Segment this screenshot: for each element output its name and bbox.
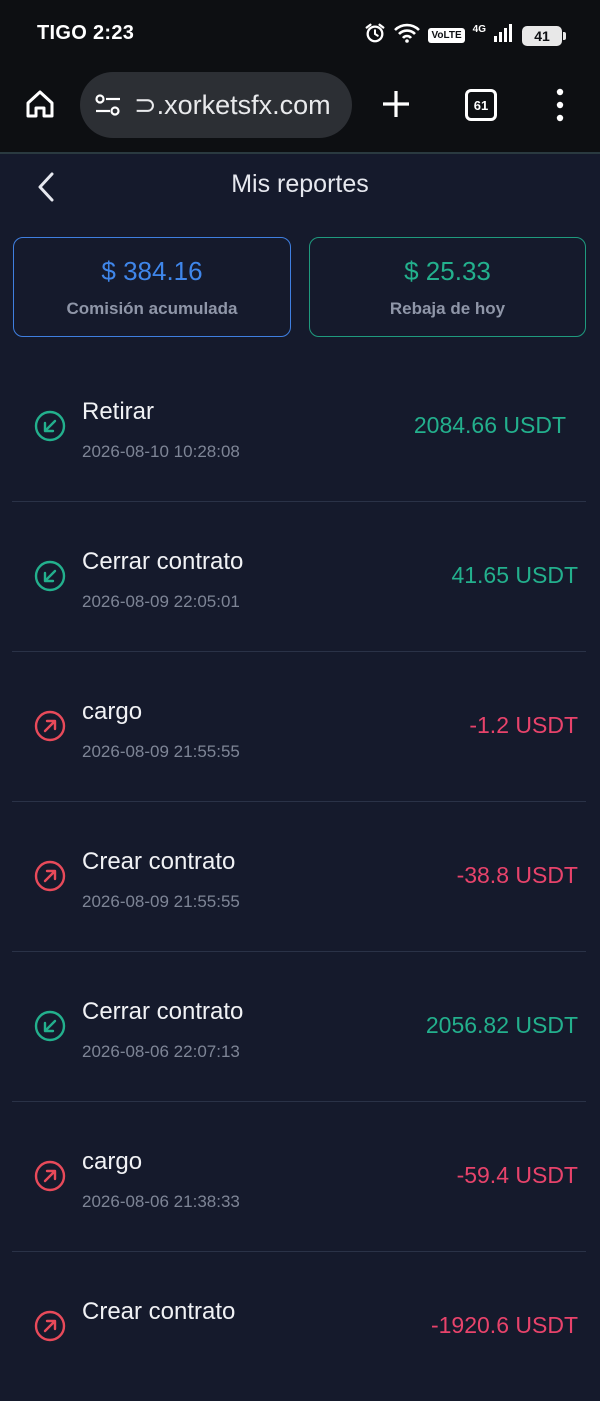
transaction-time: 2026-08-09 22:05:01 xyxy=(82,592,240,611)
transaction-title: cargo xyxy=(82,698,143,725)
rebate-label: Rebaja de hoy xyxy=(389,299,506,318)
status-icons: VoLTE 4G 41 xyxy=(364,22,566,49)
transaction-title: cargo xyxy=(82,1148,143,1175)
transaction-amount: 41.65 USDT xyxy=(451,562,578,588)
rebate-card: $ 25.33 Rebaja de hoy xyxy=(309,237,586,337)
arrow-in-icon xyxy=(34,410,66,442)
arrow-out-icon xyxy=(34,710,66,742)
site-settings-icon[interactable] xyxy=(94,92,122,118)
address-bar[interactable]: ⊃.xorketsfx.com xyxy=(80,72,352,138)
transaction-amount: -1.2 USDT xyxy=(469,712,578,738)
volte-badge: VoLTE xyxy=(428,28,465,43)
plus-icon xyxy=(383,91,409,117)
wifi-icon xyxy=(394,23,421,48)
transaction-row[interactable]: cargo 2026-08-06 21:38:33 -59.4 USDT xyxy=(12,1101,586,1251)
signal-icon xyxy=(494,24,514,47)
arrow-out-icon xyxy=(34,1160,66,1192)
transaction-title: Crear contrato xyxy=(82,848,236,875)
transaction-time: 2026-08-10 10:28:08 xyxy=(82,442,240,461)
arrow-out-icon xyxy=(34,1310,66,1342)
transaction-title: Cerrar contrato xyxy=(82,998,244,1025)
more-vert-icon[interactable] xyxy=(552,88,568,122)
alarm-icon xyxy=(364,22,386,49)
transaction-time: 2026-08-09 21:55:55 xyxy=(82,742,240,761)
transaction-row[interactable]: Crear contrato -1920.6 USDT xyxy=(12,1251,586,1401)
transaction-amount: 2056.82 USDT xyxy=(425,1012,578,1038)
chevron-left-icon xyxy=(38,172,54,202)
url-text[interactable]: ⊃.xorketsfx.com xyxy=(134,90,344,121)
transaction-time: 2026-08-06 21:38:33 xyxy=(82,1192,240,1211)
transaction-row[interactable]: Crear contrato 2026-08-09 21:55:55 -38.8… xyxy=(12,801,586,951)
transaction-title: Retirar xyxy=(82,398,155,425)
transaction-list: Retirar 2026-08-10 10:28:08 2084.66 USDT… xyxy=(0,352,600,1401)
chrome-divider xyxy=(0,152,600,154)
transaction-amount: 2084.66 USDT xyxy=(413,412,566,438)
transaction-row[interactable]: cargo 2026-08-09 21:55:55 -1.2 USDT xyxy=(12,651,586,801)
status-carrier-time: TIGO 2:23 xyxy=(37,22,135,44)
tabs-icon[interactable]: 61 xyxy=(465,89,497,121)
transaction-amount: -59.4 USDT xyxy=(456,1162,578,1188)
battery-icon: 41 xyxy=(522,25,566,46)
rebate-value: $ 25.33 xyxy=(404,256,491,286)
network-type: 4G xyxy=(472,24,486,35)
new-tab-button[interactable] xyxy=(378,86,414,122)
transaction-title: Crear contrato xyxy=(82,1298,236,1325)
transaction-time: 2026-08-06 22:07:13 xyxy=(82,1042,240,1061)
commission-value: $ 384.16 xyxy=(101,256,203,286)
transaction-title: Cerrar contrato xyxy=(82,548,244,575)
home-icon xyxy=(26,90,54,118)
arrow-in-icon xyxy=(34,1010,66,1042)
commission-label: Comisión acumulada xyxy=(66,299,238,318)
transaction-amount: -1920.6 USDT xyxy=(430,1312,578,1338)
arrow-in-icon xyxy=(34,560,66,592)
arrow-out-icon xyxy=(34,860,66,892)
page-title: Mis reportes xyxy=(231,170,369,198)
browser-chrome: TIGO 2:23 VoLTE 4G 41 ⊃.xorketsfx.com 61 xyxy=(0,0,600,152)
transaction-amount: -38.8 USDT xyxy=(456,862,578,888)
transaction-time: 2026-08-09 21:55:55 xyxy=(82,892,240,911)
transaction-row[interactable]: Cerrar contrato 2026-08-09 22:05:01 41.6… xyxy=(12,501,586,651)
back-button[interactable] xyxy=(28,168,68,208)
transaction-row[interactable]: Retirar 2026-08-10 10:28:08 2084.66 USDT xyxy=(0,352,600,501)
home-button[interactable] xyxy=(22,86,58,122)
commission-card: $ 384.16 Comisión acumulada xyxy=(13,237,291,337)
transaction-row[interactable]: Cerrar contrato 2026-08-06 22:07:13 2056… xyxy=(12,951,586,1101)
